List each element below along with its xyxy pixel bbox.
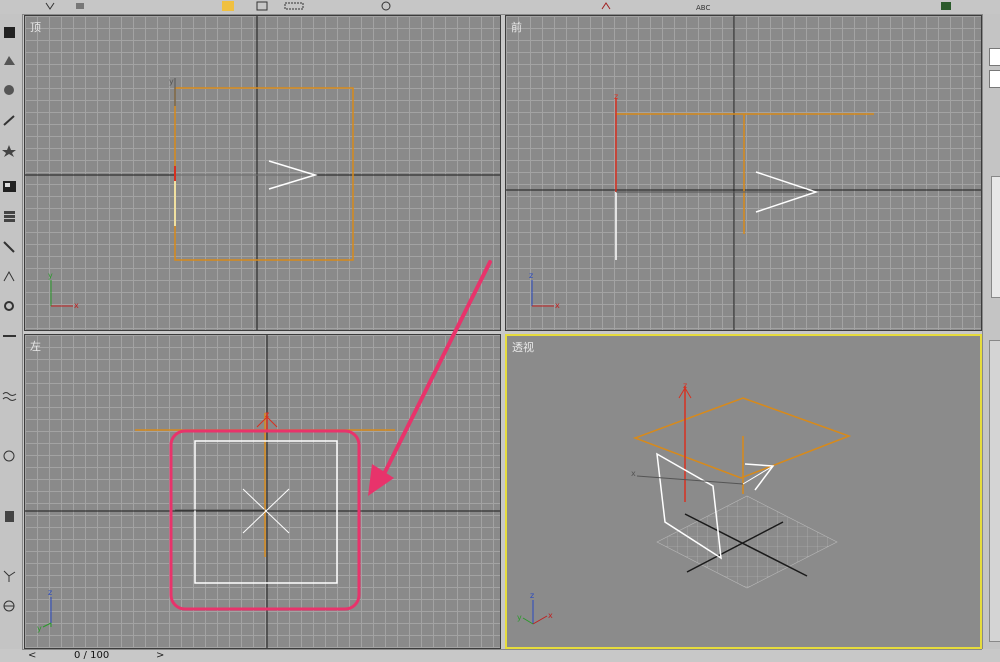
layers-icon[interactable] — [2, 210, 17, 223]
left-gizmo-z: z — [48, 588, 52, 597]
viewport-label-top[interactable]: 顶 — [30, 19, 41, 35]
viewport-front[interactable]: z z x 前 — [505, 15, 982, 331]
modifier-list[interactable] — [989, 70, 1000, 88]
viewport-label-left[interactable]: 左 — [30, 338, 41, 354]
spell-icon[interactable]: ABC — [696, 1, 712, 12]
front-gizmo-x: x — [555, 301, 560, 310]
select-by-name-icon[interactable] — [256, 1, 268, 11]
frame-readout: 0 / 100 — [74, 650, 110, 661]
top-gizmo-x: x — [74, 301, 79, 310]
front-z-axis-mark: z — [614, 92, 618, 101]
front-gizmo-z: z — [529, 271, 533, 280]
pen-icon[interactable] — [2, 240, 17, 253]
prev-frame-button[interactable]: < — [28, 650, 36, 661]
top-gizmo-y: y — [48, 271, 53, 280]
motion-icon[interactable] — [2, 114, 17, 127]
rotate-icon[interactable] — [380, 1, 392, 11]
link-icon[interactable] — [74, 1, 86, 11]
viewport-label-front[interactable]: 前 — [511, 19, 522, 35]
gear-icon[interactable] — [2, 300, 17, 313]
viewport-perspective[interactable]: x z z x y 透视 — [505, 334, 982, 649]
viewport-label-perspective[interactable]: 透视 — [512, 339, 534, 355]
tool-icon[interactable] — [2, 330, 17, 343]
hierarchy-icon[interactable] — [2, 84, 17, 97]
persp-gizmo-x: x — [548, 611, 553, 620]
main-toolbar: ABC — [0, 0, 1000, 15]
persp-gizmo-y: y — [517, 613, 522, 622]
display-icon[interactable] — [2, 144, 17, 157]
modify-icon[interactable] — [2, 54, 17, 67]
utilities-icon[interactable] — [2, 180, 17, 193]
svg-text:ABC: ABC — [696, 4, 710, 11]
book-icon[interactable] — [2, 510, 17, 523]
globe-icon[interactable] — [2, 600, 17, 613]
fan-icon[interactable] — [2, 570, 17, 583]
render-icon[interactable] — [940, 1, 952, 11]
time-slider[interactable]: < 0 / 100 > — [22, 649, 982, 662]
panel-scroll[interactable] — [991, 176, 1000, 298]
create-icon[interactable] — [2, 26, 17, 39]
undo-icon[interactable] — [44, 1, 56, 11]
left-tool-strip — [0, 14, 23, 649]
persp-gizmo-z: z — [530, 591, 534, 600]
ring-icon[interactable] — [2, 450, 17, 463]
mirror-icon[interactable] — [600, 1, 612, 11]
left-z-axis-mark: z — [265, 410, 269, 419]
parameters-rollout — [989, 340, 1000, 642]
select-arrow-icon[interactable] — [222, 1, 234, 11]
left-gizmo-y: y — [37, 624, 42, 633]
next-frame-button[interactable]: > — [156, 650, 164, 661]
viewport-left[interactable]: z z y 左 — [24, 334, 501, 649]
wave-icon[interactable] — [2, 390, 17, 403]
command-panel — [982, 14, 1000, 649]
viewport-top[interactable]: y y x 顶 — [24, 15, 501, 331]
name-field[interactable] — [989, 48, 1000, 66]
brush-icon[interactable] — [2, 270, 17, 283]
persp-z-axis-mark: z — [683, 381, 687, 390]
top-y-axis-mark: y — [169, 77, 174, 86]
persp-x-axis-mark: x — [631, 469, 636, 478]
rect-region-icon[interactable] — [284, 1, 304, 11]
